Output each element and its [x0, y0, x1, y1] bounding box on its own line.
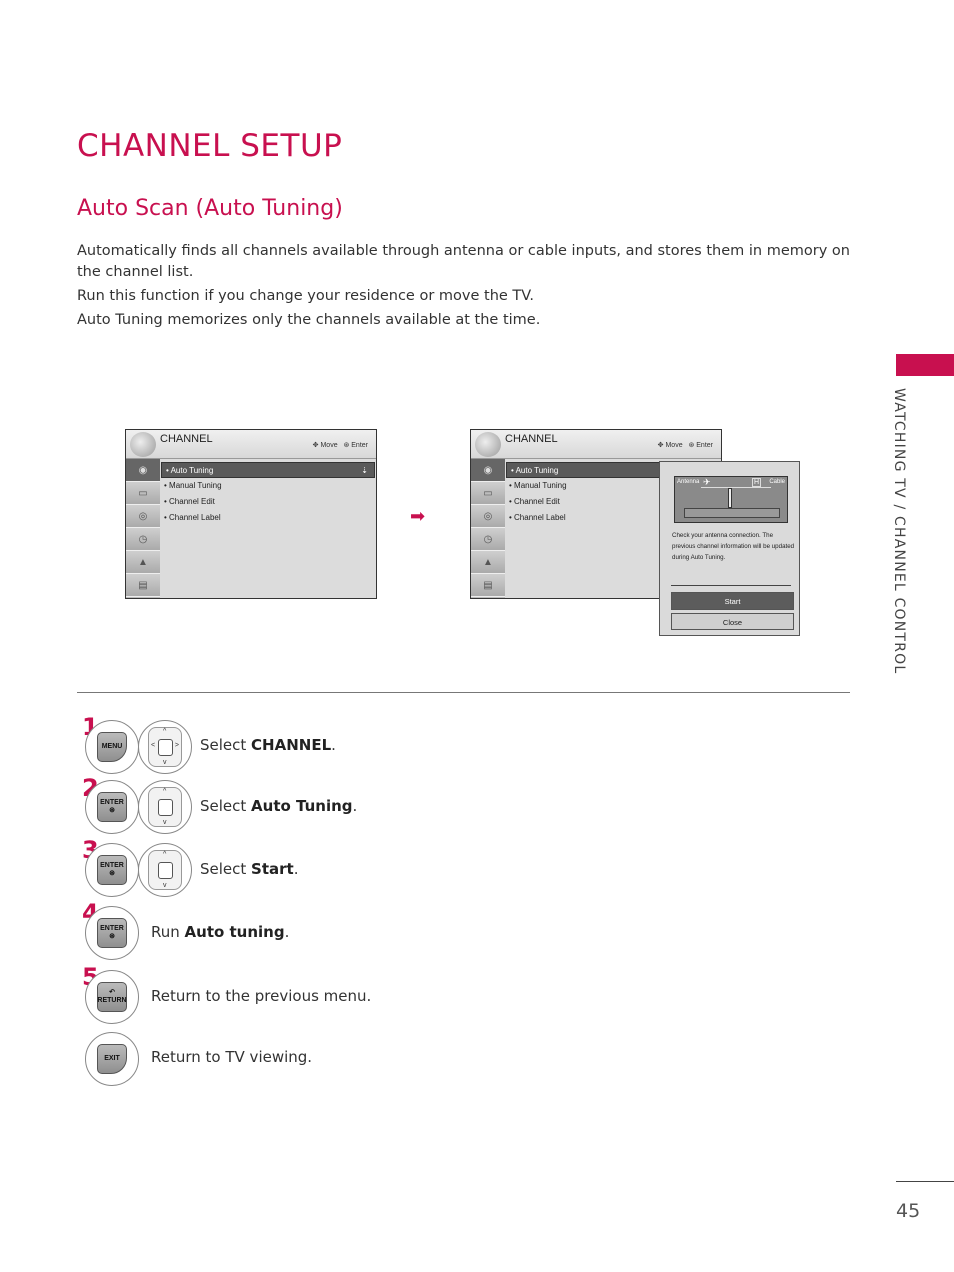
- dpad-updown-icon: ^ v: [148, 850, 182, 890]
- tv-menu-sidebar: ◉ ▭ ◎ ◷ ▲ ▤: [471, 459, 505, 598]
- tv-menu-header: CHANNEL ✥ Move ⊛ Enter: [126, 430, 376, 459]
- hint-enter: Enter: [351, 442, 368, 449]
- tv-menu-screenshot-1: CHANNEL ✥ Move ⊛ Enter ◉ ▭ ◎ ◷ ▲ ▤ • Aut…: [125, 429, 377, 599]
- intro-paragraph-1: Automatically finds all channels availab…: [77, 243, 850, 280]
- dpad-circle: ^ v < >: [138, 720, 192, 774]
- move-icon: ✥: [312, 442, 319, 449]
- cable-wire: [701, 487, 771, 488]
- picture-icon: ▭: [126, 482, 160, 505]
- step-instruction: Select CHANNEL.: [200, 736, 336, 754]
- step-instruction: Run Auto tuning.: [151, 923, 290, 941]
- enter-icon: ⊛: [688, 442, 695, 449]
- chapter-label: WATCHING TV / CHANNEL CONTROL: [891, 388, 907, 675]
- lock-icon: ▲: [126, 551, 160, 574]
- antenna-label: Antenna: [677, 479, 700, 485]
- satellite-dish-icon: [130, 432, 156, 457]
- tv-menu-sidebar: ◉ ▭ ◎ ◷ ▲ ▤: [126, 459, 160, 598]
- arrow-right-icon: ➡: [410, 506, 426, 526]
- enter-icon: ⊛: [343, 442, 350, 449]
- tv-menu-hints: ✥ Move ⊛ Enter: [313, 441, 368, 449]
- cable-label: Cable: [769, 479, 785, 485]
- return-key-circle: ↶ RETURN: [85, 970, 139, 1024]
- tv-menu-item-channel-label: • Channel Label: [164, 513, 221, 522]
- time-icon: ◷: [471, 528, 505, 551]
- channel-icon: ◉: [471, 459, 505, 482]
- start-button[interactable]: Start: [671, 592, 794, 610]
- dpad-circle: ^ v: [138, 843, 192, 897]
- audio-icon: ◎: [126, 505, 160, 528]
- option-icon: ▤: [126, 574, 160, 597]
- page-title: CHANNEL SETUP: [77, 128, 343, 164]
- return-key-icon: ↶ RETURN: [97, 982, 127, 1012]
- tv-menu-hints: ✥ Move ⊛ Enter: [658, 441, 713, 449]
- tv-menu-item-channel-edit: • Channel Edit: [164, 497, 215, 506]
- enter-key-icon: ENTER ⊛: [97, 792, 127, 822]
- step-instruction: Return to TV viewing.: [151, 1048, 313, 1066]
- channel-icon: ◉: [126, 459, 160, 482]
- hint-move: Move: [665, 442, 683, 449]
- section-divider: [77, 692, 850, 693]
- enter-key-icon: ENTER ⊛: [97, 918, 127, 948]
- dpad-icon: ^ v < >: [148, 727, 182, 767]
- tv-menu-list: • Auto Tuning ⇣ • Manual Tuning • Channel…: [160, 459, 376, 526]
- move-icon: ✥: [657, 442, 664, 449]
- enter-key-icon: ENTER ⊛: [97, 855, 127, 885]
- step-instruction: Select Start.: [200, 860, 299, 878]
- hint-move: Move: [320, 442, 338, 449]
- tv-menu-title: CHANNEL: [160, 433, 213, 445]
- section-title: Auto Scan (Auto Tuning): [77, 196, 343, 221]
- menu-key-icon: MENU: [97, 732, 127, 762]
- page-number-rule: [896, 1181, 954, 1182]
- popup-message: Check your antenna connection. The previ…: [672, 532, 795, 561]
- option-icon: ▤: [471, 574, 505, 597]
- tv-menu-header: CHANNEL ✥ Move ⊛ Enter: [471, 430, 721, 459]
- audio-icon: ◎: [471, 505, 505, 528]
- exit-key-circle: EXIT: [85, 1032, 139, 1086]
- tv-input-bar: [684, 508, 780, 518]
- enter-key-circle: ENTER ⊛: [85, 843, 139, 897]
- picture-icon: ▭: [471, 482, 505, 505]
- popup-divider: [671, 585, 791, 586]
- step-instruction: Select Auto Tuning.: [200, 797, 358, 815]
- intro-paragraph-3: Auto Tuning memorizes only the channels …: [77, 312, 541, 328]
- hint-enter: Enter: [696, 442, 713, 449]
- satellite-dish-icon: [475, 432, 501, 457]
- menu-key-circle: MENU: [85, 720, 139, 774]
- connector-icon: [728, 488, 732, 508]
- wall-outlet-icon: H: [751, 478, 761, 487]
- antenna-cable-diagram: Antenna ✈ Cable H: [674, 476, 788, 523]
- chapter-tab: [896, 354, 954, 376]
- lock-icon: ▲: [471, 551, 505, 574]
- dpad-updown-icon: ^ v: [148, 787, 182, 827]
- scroll-icon: ⇣: [361, 466, 368, 475]
- intro-paragraph-2: Run this function if you change your res…: [77, 288, 534, 304]
- tv-menu-title: CHANNEL: [505, 433, 558, 445]
- dpad-circle: ^ v: [138, 780, 192, 834]
- enter-key-circle: ENTER ⊛: [85, 780, 139, 834]
- page-number: 45: [896, 1200, 921, 1222]
- time-icon: ◷: [126, 528, 160, 551]
- auto-tuning-popup: Antenna ✈ Cable H Check your antenna con…: [659, 461, 800, 636]
- step-instruction: Return to the previous menu.: [151, 987, 372, 1005]
- enter-key-circle: ENTER ⊛: [85, 906, 139, 960]
- tv-menu-item-auto-tuning: • Auto Tuning ⇣: [161, 462, 375, 478]
- close-button[interactable]: Close: [671, 613, 794, 630]
- exit-key-icon: EXIT: [97, 1044, 127, 1074]
- tv-menu-item-manual-tuning: • Manual Tuning: [164, 481, 222, 490]
